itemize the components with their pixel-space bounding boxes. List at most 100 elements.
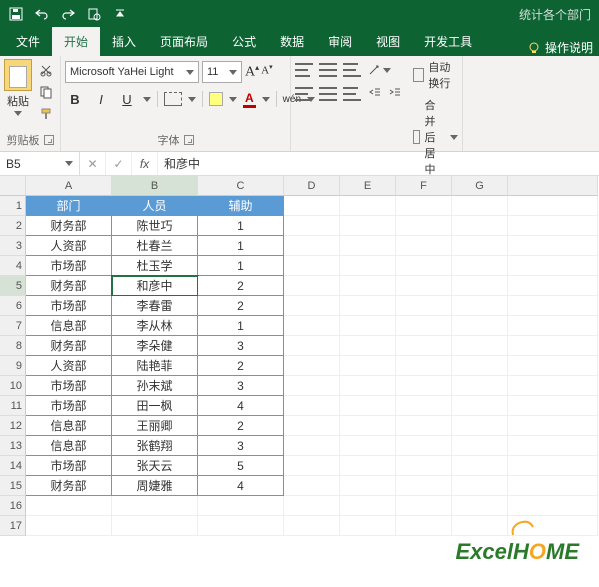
cell[interactable] <box>452 336 508 356</box>
cell[interactable] <box>396 356 452 376</box>
cell[interactable] <box>508 396 598 416</box>
cell[interactable]: 周婕雅 <box>112 476 198 496</box>
align-center-button[interactable] <box>319 87 337 101</box>
cell[interactable]: 田一枫 <box>112 396 198 416</box>
row-header[interactable]: 8 <box>0 336 26 356</box>
cell[interactable] <box>340 236 396 256</box>
cell[interactable]: 王丽卿 <box>112 416 198 436</box>
row-header[interactable]: 15 <box>0 476 26 496</box>
cell[interactable] <box>508 196 598 216</box>
cell[interactable]: 和彦中 <box>112 276 198 296</box>
cell[interactable] <box>396 276 452 296</box>
row-header[interactable]: 2 <box>0 216 26 236</box>
cell[interactable] <box>112 496 198 516</box>
row-header[interactable]: 16 <box>0 496 26 516</box>
cell[interactable] <box>340 396 396 416</box>
tab-review[interactable]: 审阅 <box>316 27 364 56</box>
cell[interactable] <box>340 476 396 496</box>
cell[interactable]: 信息部 <box>26 316 112 336</box>
column-header[interactable]: E <box>340 176 396 196</box>
align-right-button[interactable] <box>343 87 361 101</box>
cell[interactable] <box>508 496 598 516</box>
qat-customize-icon[interactable] <box>112 6 128 22</box>
cell[interactable] <box>452 256 508 276</box>
cell[interactable]: 李从林 <box>112 316 198 336</box>
tab-view[interactable]: 视图 <box>364 27 412 56</box>
chevron-down-icon[interactable] <box>188 97 196 102</box>
orientation-button[interactable] <box>367 63 391 77</box>
cell[interactable] <box>26 516 112 536</box>
insert-function-button[interactable]: fx <box>132 152 158 175</box>
cell[interactable]: 杜春兰 <box>112 236 198 256</box>
column-header[interactable]: B <box>112 176 198 196</box>
cell[interactable]: 2 <box>198 416 284 436</box>
cell[interactable] <box>198 496 284 516</box>
enter-formula-button[interactable]: ✓ <box>106 152 132 175</box>
column-header[interactable]: G <box>452 176 508 196</box>
font-color-button[interactable]: A <box>243 91 256 108</box>
cell[interactable] <box>284 376 340 396</box>
cell[interactable]: 财务部 <box>26 276 112 296</box>
row-header[interactable]: 17 <box>0 516 26 536</box>
cell[interactable] <box>396 196 452 216</box>
cell[interactable] <box>508 256 598 276</box>
cancel-formula-button[interactable]: ✕ <box>80 152 106 175</box>
formula-bar[interactable]: 和彦中 <box>158 152 599 175</box>
cells-grid[interactable]: 部门人员辅助财务部陈世巧1人资部杜春兰1市场部杜玉学1财务部和彦中2市场部李春雷… <box>26 196 598 536</box>
cell[interactable] <box>396 496 452 516</box>
row-header[interactable]: 4 <box>0 256 26 276</box>
wrap-text-button[interactable]: 自动换行 <box>413 59 458 91</box>
cell[interactable] <box>340 416 396 436</box>
cell[interactable] <box>340 436 396 456</box>
cell[interactable] <box>452 236 508 256</box>
cell[interactable] <box>284 516 340 536</box>
align-middle-button[interactable] <box>319 63 337 77</box>
column-header[interactable]: A <box>26 176 112 196</box>
cell[interactable]: 人员 <box>112 196 198 216</box>
row-header[interactable]: 5 <box>0 276 26 296</box>
cell[interactable] <box>340 276 396 296</box>
cell[interactable] <box>396 216 452 236</box>
cell[interactable] <box>340 516 396 536</box>
save-icon[interactable] <box>8 6 24 22</box>
cell[interactable] <box>340 316 396 336</box>
cell[interactable] <box>508 276 598 296</box>
row-header[interactable]: 14 <box>0 456 26 476</box>
cell[interactable] <box>508 336 598 356</box>
cell[interactable] <box>284 236 340 256</box>
cell[interactable] <box>340 356 396 376</box>
cell[interactable]: 市场部 <box>26 296 112 316</box>
cell[interactable]: 4 <box>198 476 284 496</box>
cell[interactable] <box>508 356 598 376</box>
redo-icon[interactable] <box>60 6 76 22</box>
cell[interactable]: 1 <box>198 256 284 276</box>
cell[interactable] <box>396 236 452 256</box>
column-header[interactable]: C <box>198 176 284 196</box>
fill-color-button[interactable] <box>209 92 223 106</box>
cell[interactable]: 陆艳菲 <box>112 356 198 376</box>
align-bottom-button[interactable] <box>343 63 361 77</box>
cell[interactable] <box>284 436 340 456</box>
cell[interactable] <box>340 256 396 276</box>
cell[interactable] <box>284 416 340 436</box>
cell[interactable] <box>508 296 598 316</box>
chevron-down-icon[interactable] <box>262 97 270 102</box>
chevron-down-icon[interactable] <box>143 97 151 102</box>
font-name-select[interactable]: Microsoft YaHei Light <box>65 61 199 83</box>
cell[interactable] <box>340 376 396 396</box>
cell[interactable] <box>396 476 452 496</box>
clipboard-launcher[interactable] <box>44 135 54 145</box>
tab-file[interactable]: 文件 <box>4 27 52 56</box>
cell[interactable] <box>340 336 396 356</box>
cell[interactable]: 人资部 <box>26 356 112 376</box>
column-header[interactable]: D <box>284 176 340 196</box>
cell[interactable]: 部门 <box>26 196 112 216</box>
cell[interactable] <box>508 416 598 436</box>
cell[interactable] <box>284 476 340 496</box>
name-box[interactable]: B5 <box>0 152 80 175</box>
cell[interactable]: 2 <box>198 276 284 296</box>
cell[interactable] <box>452 456 508 476</box>
cell[interactable] <box>452 496 508 516</box>
tab-layout[interactable]: 页面布局 <box>148 27 220 56</box>
cell[interactable]: 1 <box>198 216 284 236</box>
